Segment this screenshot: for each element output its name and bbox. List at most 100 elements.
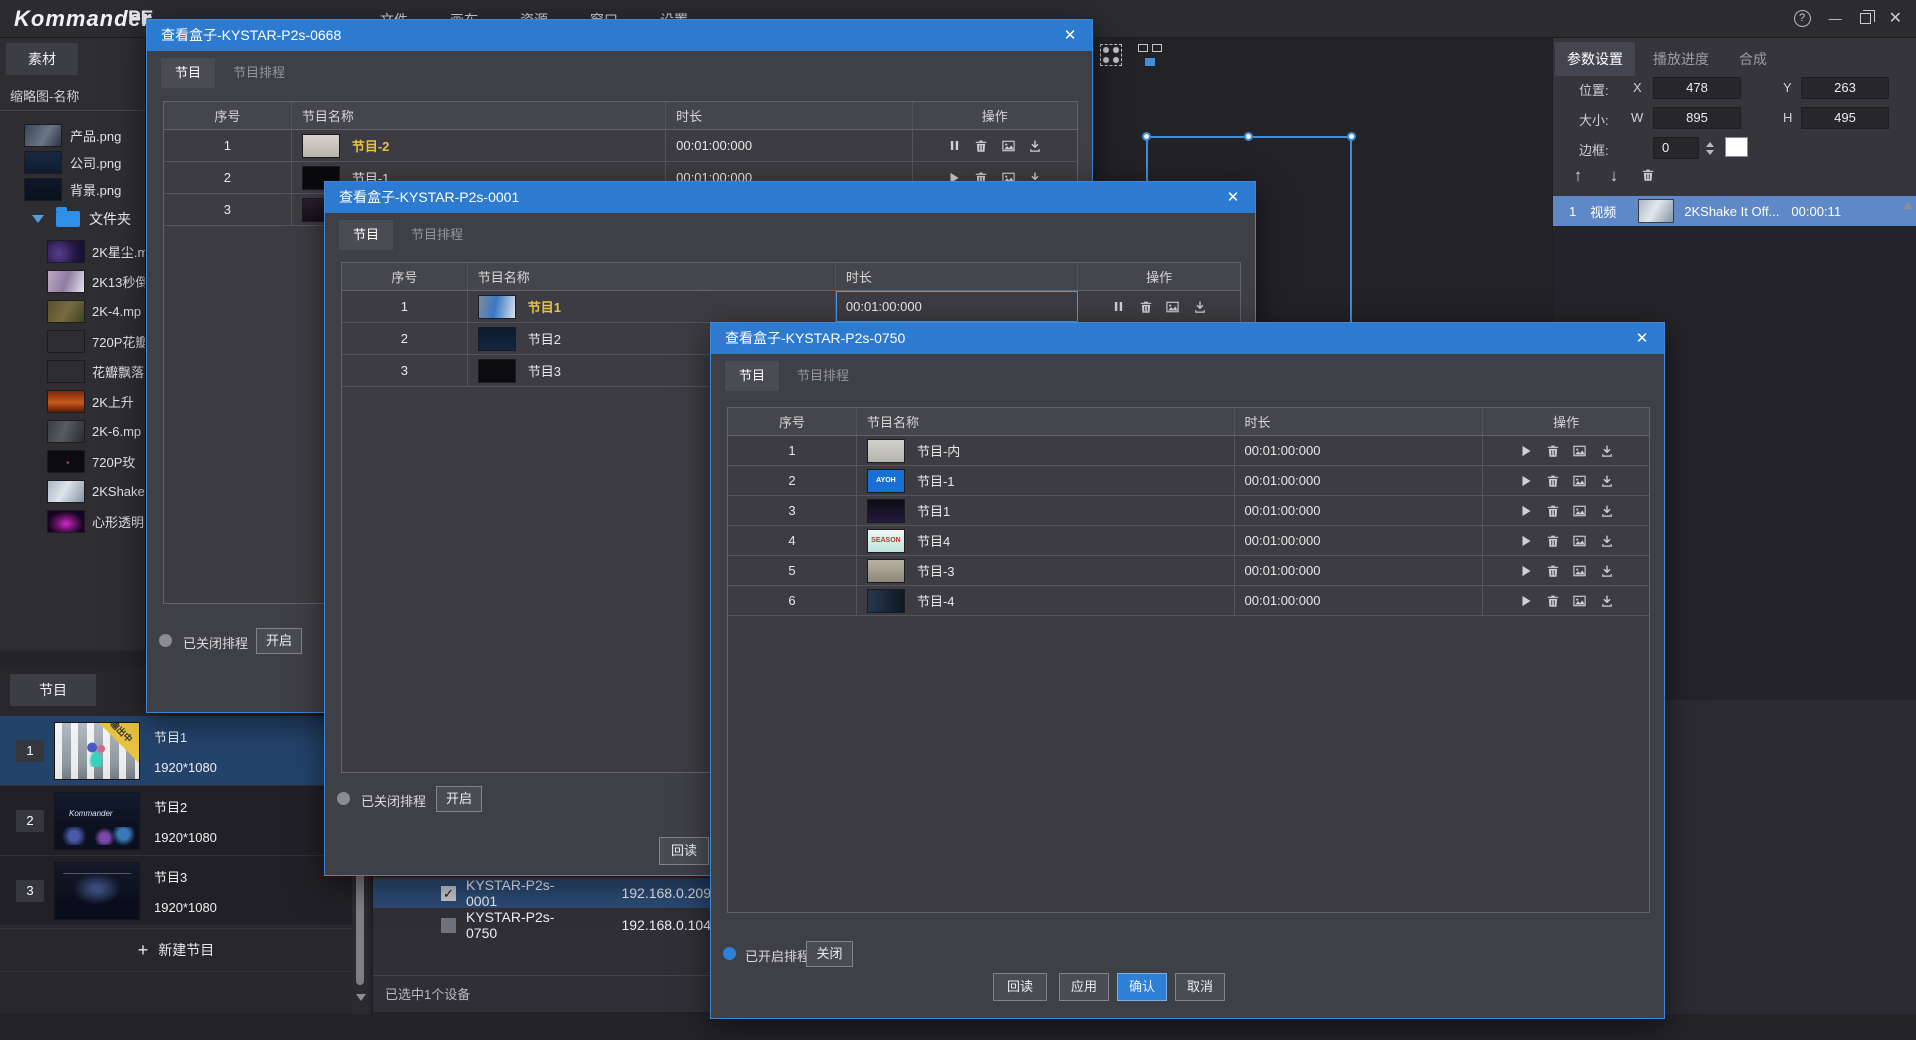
enable-schedule-button[interactable]: 开启 xyxy=(256,628,302,654)
delete-icon[interactable] xyxy=(1545,473,1561,489)
border-stepper[interactable] xyxy=(1703,137,1717,159)
folder-item[interactable]: 文件夹 xyxy=(0,206,146,232)
image-icon[interactable] xyxy=(1000,138,1016,154)
image-icon[interactable] xyxy=(1572,443,1588,459)
delete-icon[interactable] xyxy=(1545,563,1561,579)
play-icon[interactable] xyxy=(1518,533,1534,549)
delete-icon[interactable] xyxy=(973,138,989,154)
download-icon[interactable] xyxy=(1599,443,1615,459)
tab-programs[interactable]: 节目 xyxy=(10,674,96,706)
tab-program[interactable]: 节目 xyxy=(725,361,779,391)
tab-materials[interactable]: 素材 xyxy=(6,43,78,75)
scroll-up-icon[interactable] xyxy=(1903,202,1913,209)
list-item[interactable]: 公司.png xyxy=(0,149,146,176)
list-item[interactable]: 产品.png xyxy=(0,122,146,149)
tab-program[interactable]: 节目 xyxy=(161,58,215,88)
image-icon[interactable] xyxy=(1572,473,1588,489)
play-icon[interactable] xyxy=(1518,473,1534,489)
tab-program-schedule[interactable]: 节目排程 xyxy=(219,58,299,88)
play-icon[interactable] xyxy=(1518,563,1534,579)
download-icon[interactable] xyxy=(1599,563,1615,579)
checkbox-checked-icon[interactable] xyxy=(441,886,456,901)
y-input[interactable]: 263 xyxy=(1801,77,1889,99)
image-icon[interactable] xyxy=(1572,503,1588,519)
delete-icon[interactable] xyxy=(1138,299,1154,315)
image-icon[interactable] xyxy=(1572,563,1588,579)
resize-handle[interactable] xyxy=(1142,132,1151,141)
image-icon[interactable] xyxy=(1572,593,1588,609)
disable-schedule-button[interactable]: 关闭 xyxy=(806,941,853,967)
tab-program[interactable]: 节目 xyxy=(339,220,393,250)
list-item[interactable]: 2K-6.mp xyxy=(0,416,146,446)
minimize-icon[interactable]: — xyxy=(1829,11,1842,26)
table-row[interactable]: 3 节目1 00:01:00:000 xyxy=(728,496,1649,526)
resize-handle[interactable] xyxy=(1347,132,1356,141)
list-item[interactable]: 2K13秒倒 xyxy=(0,266,146,296)
image-icon[interactable] xyxy=(1165,299,1181,315)
image-icon[interactable] xyxy=(1572,533,1588,549)
delete-icon[interactable] xyxy=(1545,593,1561,609)
tab-parameters[interactable]: 参数设置 xyxy=(1555,42,1635,76)
table-row[interactable]: 1 节目1 00:01:00:000 xyxy=(342,291,1240,323)
delete-icon[interactable] xyxy=(1545,533,1561,549)
tab-playback-progress[interactable]: 播放进度 xyxy=(1641,42,1721,76)
table-row[interactable]: 2 AYOH节目-1 00:01:00:000 xyxy=(728,466,1649,496)
program-item[interactable]: 2 Kommander 节目21920*1080 xyxy=(0,786,352,856)
close-icon[interactable]: ✕ xyxy=(1632,329,1652,349)
device-row[interactable]: KYSTAR-P2s-0001 192.168.0.209 xyxy=(373,878,711,908)
list-item[interactable]: 2K上升 xyxy=(0,386,146,416)
program-item[interactable]: 1 输出中 节目11920*1080 xyxy=(0,716,352,786)
download-icon[interactable] xyxy=(1599,593,1615,609)
close-icon[interactable]: ✕ xyxy=(1060,26,1080,46)
move-up-icon[interactable]: ↑ xyxy=(1567,166,1589,186)
dialog-titlebar[interactable]: 查看盒子-KYSTAR-P2s-0001 xyxy=(325,182,1255,213)
table-row[interactable]: 1 节目-2 00:01:00:000 xyxy=(164,130,1077,162)
delete-icon[interactable] xyxy=(1545,443,1561,459)
play-icon[interactable] xyxy=(1518,503,1534,519)
list-item[interactable]: 2K星尘.m xyxy=(0,236,146,266)
readback-button[interactable]: 回读 xyxy=(993,973,1047,1001)
dialog-titlebar[interactable]: 查看盒子-KYSTAR-P2s-0750 xyxy=(711,323,1664,354)
height-input[interactable]: 495 xyxy=(1801,107,1889,129)
tab-program-schedule[interactable]: 节目排程 xyxy=(783,361,863,391)
play-icon[interactable] xyxy=(1518,443,1534,459)
list-item[interactable]: 2KShake xyxy=(0,476,146,506)
download-icon[interactable] xyxy=(1027,138,1043,154)
apply-button[interactable]: 应用 xyxy=(1059,973,1109,1001)
layer-item[interactable]: 1 视频 2KShake It Off... 00:00:11 xyxy=(1553,196,1916,226)
list-item[interactable]: 背景.png xyxy=(0,176,146,203)
scroll-down-icon[interactable] xyxy=(356,994,366,1001)
expand-arrow-icon[interactable] xyxy=(32,215,44,223)
border-color-swatch[interactable] xyxy=(1725,137,1748,157)
list-item[interactable]: 2K-4.mp xyxy=(0,296,146,326)
play-icon[interactable] xyxy=(1518,593,1534,609)
restore-icon[interactable] xyxy=(1860,13,1871,24)
delete-icon[interactable] xyxy=(1545,503,1561,519)
tab-composite[interactable]: 合成 xyxy=(1727,42,1779,76)
border-input[interactable]: 0 xyxy=(1653,137,1699,159)
checkbox-unchecked-icon[interactable] xyxy=(441,918,456,933)
dialog-titlebar[interactable]: 查看盒子-KYSTAR-P2s-0668 xyxy=(147,20,1092,51)
width-input[interactable]: 895 xyxy=(1653,107,1741,129)
device-row[interactable]: KYSTAR-P2s-0750 192.168.0.104 xyxy=(373,910,711,940)
close-icon[interactable]: ✕ xyxy=(1889,8,1902,28)
program-item[interactable]: 3 节目31920*1080 xyxy=(0,856,352,926)
screen-mapping-icon[interactable] xyxy=(1138,44,1162,66)
enable-schedule-button[interactable]: 开启 xyxy=(436,786,482,812)
list-item[interactable]: 心形透明 xyxy=(0,506,146,536)
cancel-button[interactable]: 取消 xyxy=(1175,973,1225,1001)
close-icon[interactable]: ✕ xyxy=(1223,188,1243,208)
list-item[interactable]: 720P玫 xyxy=(0,446,146,476)
table-row[interactable]: 1 节目-内 00:01:00:000 xyxy=(728,436,1649,466)
resize-handle[interactable] xyxy=(1244,132,1253,141)
screen-select-icon[interactable] xyxy=(1100,44,1122,66)
horizontal-scrollbar[interactable] xyxy=(0,650,146,652)
move-down-icon[interactable]: ↓ xyxy=(1603,166,1625,186)
pause-icon[interactable] xyxy=(946,138,962,154)
help-icon[interactable]: ? xyxy=(1794,10,1811,27)
download-icon[interactable] xyxy=(1599,473,1615,489)
table-row[interactable]: 5 节目-3 00:01:00:000 xyxy=(728,556,1649,586)
delete-icon[interactable] xyxy=(1639,166,1657,184)
download-icon[interactable] xyxy=(1599,503,1615,519)
table-row[interactable]: 6 节目-4 00:01:00:000 xyxy=(728,586,1649,616)
